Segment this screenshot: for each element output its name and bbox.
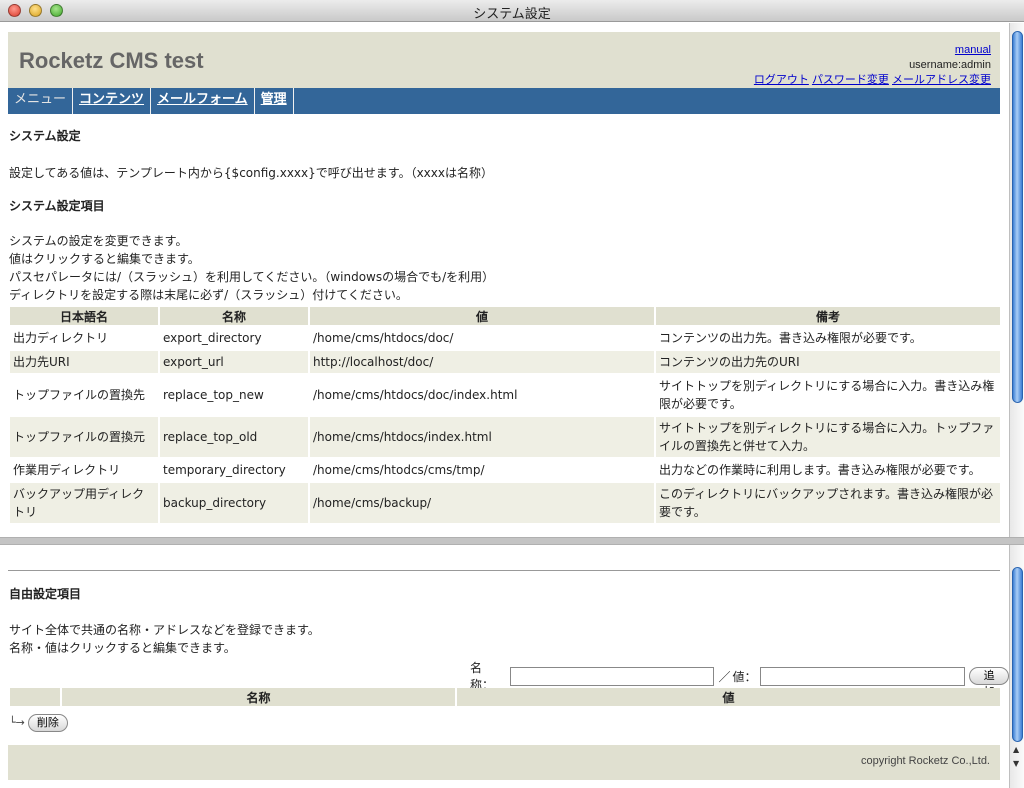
system-settings-notes: システムの設定を変更できます。 値はクリックすると編集できます。 パスセパレータ… — [9, 232, 494, 304]
table-row: バックアップ用ディレクトリ backup_directory /home/cms… — [10, 483, 1000, 523]
table-row: トップファイルの置換元 replace_top_old /home/cms/ht… — [10, 417, 1000, 457]
value-cell[interactable]: /home/cms/htdocs/doc/index.html — [310, 375, 654, 415]
note-cell: サイトトップを別ディレクトリにする場合に入力。トップファイルの置換先と併せて入力… — [656, 417, 1000, 457]
name-cell: replace_top_new — [160, 375, 308, 415]
column-header — [10, 688, 60, 706]
name-cell: temporary_directory — [160, 459, 308, 481]
value-cell[interactable]: /home/cms/htdocs/doc/ — [310, 327, 654, 349]
manual-link[interactable]: manual — [955, 44, 991, 56]
scrollbar-thumb[interactable] — [1012, 31, 1023, 403]
scroll-down-arrow-icon[interactable]: ▼ — [1013, 759, 1019, 768]
value-cell[interactable]: /home/cms/htodcs/cms/tmp/ — [310, 459, 654, 481]
bottom-frame: 自由設定項目 サイト全体で共通の名称・アドレスなどを登録できます。 名称・値はク… — [0, 545, 1009, 788]
footer: copyright Rocketz Co.,Ltd. — [8, 745, 1000, 780]
free-settings-heading: 自由設定項目 — [9, 587, 82, 601]
table-row: トップファイルの置換先 replace_top_new /home/cms/ht… — [10, 375, 1000, 415]
header-links: manual username:admin ログアウト パスワード変更 メールア… — [754, 43, 991, 88]
column-header: 日本語名 — [10, 307, 158, 325]
site-header: Rocketz CMS test manual username:admin ロ… — [8, 32, 1000, 88]
note-cell: このディレクトリにバックアップされます。書き込み権限が必要です。 — [656, 483, 1000, 523]
name-cell: export_url — [160, 351, 308, 373]
value-cell[interactable]: /home/cms/backup/ — [310, 483, 654, 523]
logout-link[interactable]: ログアウト — [754, 74, 809, 86]
branch-arrow-icon: └→ — [9, 716, 25, 729]
menu-link-contents[interactable]: コンテンツ — [79, 92, 144, 107]
note-cell: サイトトップを別ディレクトリにする場合に入力。書き込み権限が必要です。 — [656, 375, 1000, 415]
top-frame: Rocketz CMS test manual username:admin ロ… — [0, 23, 1009, 537]
free-settings-table: 名称 値 — [8, 686, 1002, 708]
value-cell[interactable]: /home/cms/htdocs/index.html — [310, 417, 654, 457]
table-header-row: 名称 値 — [10, 688, 1000, 706]
note-line: 名称・値はクリックすると編集できます。 — [9, 641, 236, 655]
separator-label: ／ — [718, 669, 731, 684]
column-header: 名称 — [160, 307, 308, 325]
note-cell: コンテンツの出力先のURI — [656, 351, 1000, 373]
table-header-row: 日本語名 名称 値 備考 — [10, 307, 1000, 325]
table-row: 出力ディレクトリ export_directory /home/cms/htdo… — [10, 327, 1000, 349]
section-divider — [8, 570, 1000, 571]
japanese-name-cell: トップファイルの置換元 — [10, 417, 158, 457]
add-button[interactable]: 追加 — [969, 667, 1009, 698]
username-label: username:admin — [909, 59, 991, 71]
site-title: Rocketz CMS test — [19, 48, 204, 73]
free-settings-notes: サイト全体で共通の名称・アドレスなどを登録できます。 名称・値はクリックすると編… — [9, 621, 320, 657]
japanese-name-cell: 出力先URI — [10, 351, 158, 373]
window-titlebar: システム設定 — [0, 0, 1024, 22]
change-email-link[interactable]: メールアドレス変更 — [892, 74, 991, 86]
delete-row: └→ 削除 — [9, 714, 68, 732]
table-row: 作業用ディレクトリ temporary_directory /home/cms/… — [10, 459, 1000, 481]
scrollbar-thumb[interactable] — [1012, 567, 1023, 742]
menu-item-admin: 管理 — [255, 88, 294, 114]
note-line: ディレクトリを設定する際は末尾に必ず/（スラッシュ）付けてください。 — [9, 288, 408, 302]
japanese-name-cell: 出力ディレクトリ — [10, 327, 158, 349]
system-settings-table: 日本語名 名称 値 備考 出力ディレクトリ export_directory /… — [8, 305, 1002, 525]
menu-item-contents: コンテンツ — [73, 88, 152, 114]
page-intro: 設定してある値は、テンプレート内から{$config.xxxx}で呼び出せます。… — [9, 166, 493, 180]
menu-item-mailform: メールフォーム — [151, 88, 255, 114]
frame-splitter[interactable] — [0, 537, 1024, 545]
system-settings-heading: システム設定項目 — [9, 199, 105, 213]
top-frame-scrollbar[interactable] — [1009, 23, 1024, 537]
value-label: 値： — [732, 669, 757, 684]
name-cell: backup_directory — [160, 483, 308, 523]
copyright-text: copyright Rocketz Co.,Ltd. — [860, 755, 990, 767]
note-line: パスセパレータには/（スラッシュ）を利用してください。（windowsの場合でも… — [9, 270, 495, 284]
note-cell: コンテンツの出力先。書き込み権限が必要です。 — [656, 327, 1000, 349]
page-title: システム設定 — [9, 129, 81, 143]
column-header: 値 — [457, 688, 1000, 706]
japanese-name-cell: バックアップ用ディレクトリ — [10, 483, 158, 523]
scroll-up-arrow-icon[interactable]: ▲ — [1013, 745, 1019, 754]
window-title: システム設定 — [473, 7, 551, 22]
menu-link-mailform[interactable]: メールフォーム — [157, 92, 248, 107]
japanese-name-cell: 作業用ディレクトリ — [10, 459, 158, 481]
note-line: サイト全体で共通の名称・アドレスなどを登録できます。 — [9, 623, 320, 637]
menu-item-menu: メニュー — [8, 88, 74, 114]
name-cell: replace_top_old — [160, 417, 308, 457]
note-cell: 出力などの作業時に利用します。書き込み権限が必要です。 — [656, 459, 1000, 481]
japanese-name-cell: トップファイルの置換先 — [10, 375, 158, 415]
column-header: 名称 — [61, 688, 456, 706]
name-cell: export_directory — [160, 327, 308, 349]
bottom-frame-scrollbar[interactable]: ▲ ▼ — [1009, 545, 1024, 788]
note-line: 値はクリックすると編集できます。 — [9, 252, 200, 266]
name-input[interactable] — [509, 666, 715, 686]
main-menu: メニュー コンテンツ メールフォーム 管理 — [8, 88, 1000, 114]
menu-link-admin[interactable]: 管理 — [261, 92, 287, 107]
change-password-link[interactable]: パスワード変更 — [812, 74, 889, 86]
value-cell[interactable]: http://localhost/doc/ — [310, 351, 654, 373]
note-line: システムの設定を変更できます。 — [9, 234, 188, 248]
value-input[interactable] — [760, 666, 966, 686]
column-header: 値 — [310, 307, 654, 325]
table-row: 出力先URI export_url http://localhost/doc/ … — [10, 351, 1000, 373]
column-header: 備考 — [656, 307, 1000, 325]
delete-button[interactable]: 削除 — [27, 714, 68, 732]
